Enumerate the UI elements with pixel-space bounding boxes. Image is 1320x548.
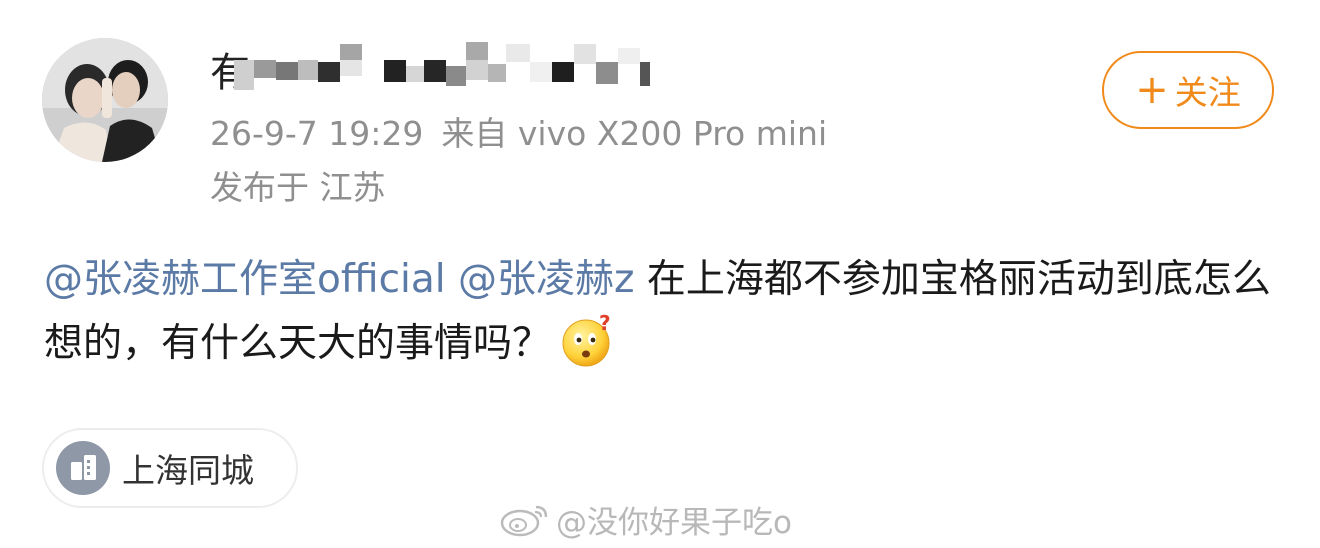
building-icon xyxy=(56,441,110,495)
topic-chip[interactable]: 上海同城 xyxy=(42,428,298,508)
follow-label: 关注 xyxy=(1174,73,1241,112)
post-location: 发布于 江苏 xyxy=(210,168,386,207)
watermark: @没你好果子吃o xyxy=(498,496,792,542)
post-meta: 26-9-7 19:29 来自 vivo X200 Pro mini xyxy=(210,112,827,156)
plus-icon: + xyxy=(1135,67,1169,113)
confused-face-emoji-icon: ? xyxy=(562,314,611,367)
topic-chip-label: 上海同城 xyxy=(122,451,254,490)
username-mosaic xyxy=(234,42,650,90)
follow-button[interactable]: + 关注 xyxy=(1102,51,1274,129)
mention-link[interactable]: @张凌赫工作室official xyxy=(44,257,446,302)
post-timestamp: 26-9-7 19:29 xyxy=(210,114,424,153)
avatar-photo xyxy=(42,38,168,162)
svg-text:?: ? xyxy=(599,314,611,335)
avatar[interactable] xyxy=(42,38,168,162)
mention-link[interactable]: @张凌赫z xyxy=(458,257,634,302)
post-source: 来自 vivo X200 Pro mini xyxy=(441,114,828,153)
watermark-text: @没你好果子吃o xyxy=(556,504,792,541)
username[interactable]: 有 xyxy=(210,42,660,102)
weibo-logo-icon xyxy=(500,505,548,537)
post-content: @张凌赫工作室official @张凌赫z 在上海都不参加宝格丽活动到底怎么想的… xyxy=(44,248,1284,376)
